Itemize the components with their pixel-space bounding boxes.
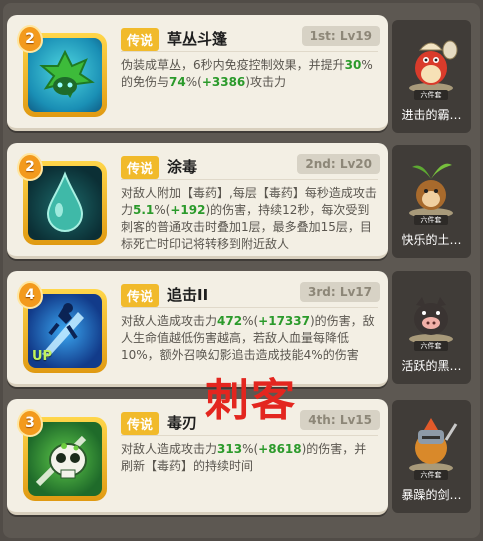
skill-name: 毒刃: [167, 414, 198, 432]
pet-name: 快乐的土…: [401, 233, 462, 247]
knight-pet-icon: [409, 418, 458, 473]
skill-rank: 4th: Lv15: [300, 410, 380, 430]
skill-description: 伪装成草丛，6秒内免疫控制效果，并提升30%的免伤与74%(+3386)攻击力: [121, 58, 373, 89]
pet-name: 活跃的黑…: [401, 359, 462, 373]
skill-description: 对敌人造成攻击力472%(+17337)的伤害，敌人生命值越低伤害越高，若敌人血…: [121, 314, 375, 362]
skill-name: 追击II: [167, 286, 209, 304]
set-badge: 六件套: [414, 470, 448, 480]
skill-level-badge: 2: [17, 25, 43, 53]
skill-name: 涂毒: [167, 158, 198, 176]
card-divider: [121, 307, 378, 308]
skill-rank: 1st: Lv19: [301, 26, 380, 46]
skill-description: 对敌人附加【毒药】,每层【毒药】每秒造成攻击力5.1%(+192)的伤害，持续1…: [121, 186, 377, 251]
pet-slot[interactable]: 六件套 进击的霸…: [392, 20, 471, 133]
skill-name: 草丛斗篷: [167, 30, 228, 48]
skill-level-badge: 4: [17, 281, 43, 309]
pig-pet-icon: [409, 297, 453, 344]
set-badge: 六件套: [414, 215, 448, 225]
pet-slot[interactable]: 六件套 暴躁的剑…: [392, 400, 471, 513]
rarity-tag: 传说: [121, 412, 160, 435]
dino-pet-icon: [409, 40, 458, 93]
skill-level-badge: 2: [17, 153, 43, 181]
rarity-tag: 传说: [121, 156, 160, 179]
class-watermark: 刺客: [205, 375, 297, 426]
pet-slot[interactable]: 六件套 活跃的黑…: [392, 271, 471, 384]
monkey-pet-icon: [409, 163, 453, 218]
card-divider: [121, 51, 378, 52]
upgrade-label: UP: [32, 349, 53, 364]
rarity-tag: 传说: [121, 284, 160, 307]
card-divider: [121, 179, 378, 180]
set-badge: 六件套: [414, 341, 448, 351]
rarity-tag: 传说: [121, 28, 160, 51]
skill-rank: 2nd: Lv20: [297, 154, 380, 174]
skill-rank: 3rd: Lv17: [299, 282, 380, 302]
skill-card[interactable]: 2 传说 涂毒 2nd: Lv20 对敌人附加【毒药】,每层【毒药】每秒造成攻击…: [7, 143, 388, 259]
set-badge: 六件套: [414, 90, 448, 100]
card-divider: [121, 435, 378, 436]
pet-slot[interactable]: 六件套 快乐的土…: [392, 145, 471, 258]
skill-card[interactable]: UP 4 传说 追击II 3rd: Lv17 对敌人造成攻击力472%(+173…: [7, 271, 388, 387]
skill-level-badge: 3: [17, 409, 43, 437]
skill-card[interactable]: 2 传说 草丛斗篷 1st: Lv19 伪装成草丛，6秒内免疫控制效果，并提升3…: [7, 15, 388, 131]
skill-card[interactable]: 3 传说 毒刃 4th: Lv15 对敌人造成攻击力313%(+8618)的伤害…: [7, 399, 388, 515]
pet-name: 进击的霸…: [401, 108, 462, 122]
skill-description: 对敌人造成攻击力313%(+8618)的伤害，并刷新【毒药】的持续时间: [121, 442, 367, 473]
pet-name: 暴躁的剑…: [401, 488, 462, 502]
